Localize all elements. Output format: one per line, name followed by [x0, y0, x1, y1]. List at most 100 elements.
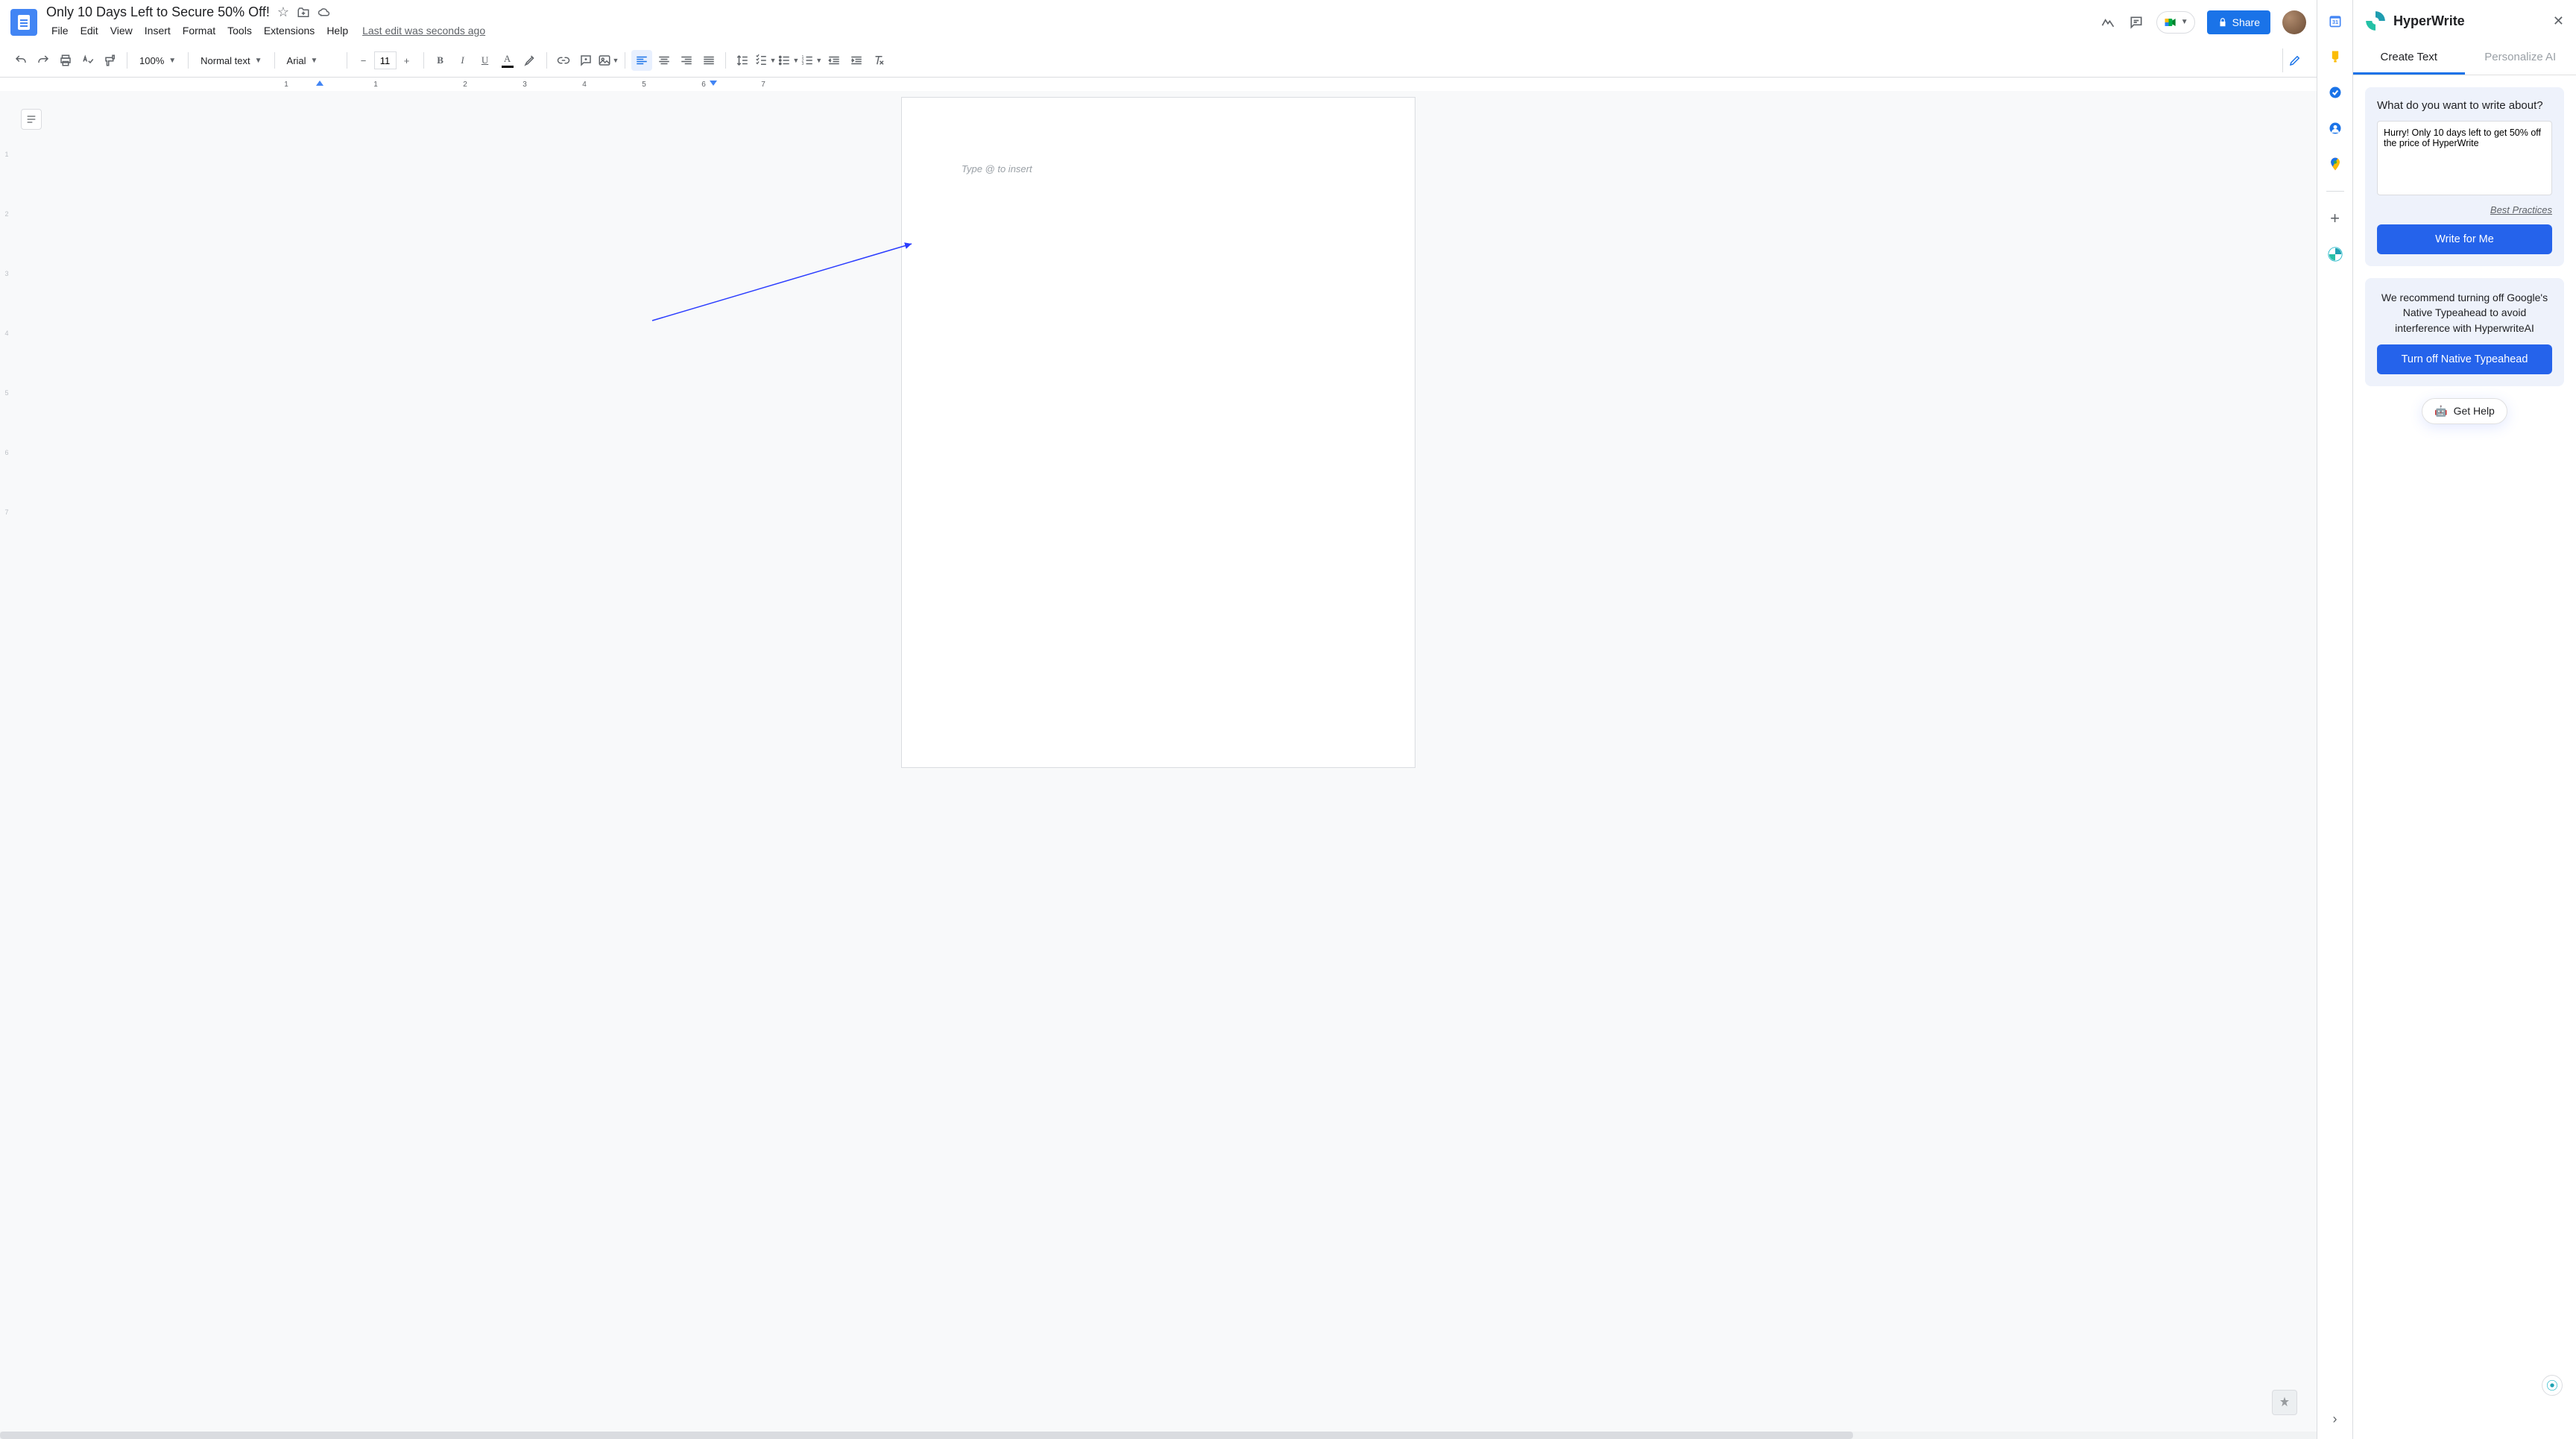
document-title[interactable]: Only 10 Days Left to Secure 50% Off!	[46, 4, 270, 20]
maps-icon[interactable]	[2326, 155, 2344, 173]
underline-button[interactable]: U	[475, 50, 496, 71]
bulleted-list-button[interactable]: ▼	[777, 50, 799, 71]
indent-decrease-button[interactable]	[824, 50, 845, 71]
bold-button[interactable]: B	[430, 50, 451, 71]
activity-icon[interactable]	[2100, 14, 2116, 31]
ruler-tick: 1	[256, 81, 316, 89]
spellcheck-button[interactable]	[78, 50, 98, 71]
align-left-button[interactable]	[631, 50, 652, 71]
hyperwrite-panel: HyperWrite ✕ Create Text Personalize AI …	[2352, 0, 2576, 1439]
ruler-tick: 1	[316, 81, 435, 89]
tab-personalize-ai[interactable]: Personalize AI	[2465, 42, 2576, 75]
hyperwrite-addon-icon[interactable]	[2326, 245, 2344, 263]
menu-insert[interactable]: Insert	[139, 22, 176, 40]
best-practices-link[interactable]: Best Practices	[2377, 204, 2552, 215]
move-icon[interactable]	[297, 6, 310, 19]
contacts-icon[interactable]	[2326, 119, 2344, 137]
insert-image-button[interactable]: ▼	[598, 50, 619, 71]
toolbar: 100%▼ Normal text▼ Arial▼ − + B I U A ▼	[0, 44, 2317, 78]
indent-increase-button[interactable]	[846, 50, 867, 71]
separator	[274, 52, 275, 69]
align-center-button[interactable]	[654, 50, 675, 71]
account-avatar[interactable]	[2282, 10, 2306, 34]
typeahead-card: We recommend turning off Google's Native…	[2365, 278, 2564, 386]
fontsize-decrease-button[interactable]: −	[353, 50, 374, 71]
insert-link-button[interactable]	[553, 50, 574, 71]
vruler-tick: 2	[3, 210, 10, 270]
get-help-label: Get Help	[2454, 405, 2495, 417]
menu-view[interactable]: View	[105, 22, 138, 40]
star-icon[interactable]: ☆	[277, 4, 289, 20]
hyperwrite-fab-icon[interactable]	[2542, 1375, 2563, 1396]
print-button[interactable]	[55, 50, 76, 71]
undo-button[interactable]	[10, 50, 31, 71]
editor-placeholder: Type @ to insert	[962, 163, 1032, 174]
cloud-status-icon[interactable]	[318, 6, 331, 19]
zoom-dropdown[interactable]: 100%▼	[133, 50, 182, 71]
align-justify-button[interactable]	[698, 50, 719, 71]
document-page[interactable]: Type @ to insert	[901, 97, 1415, 768]
vruler-tick: 6	[3, 449, 10, 508]
menu-edit[interactable]: Edit	[75, 22, 104, 40]
clear-formatting-button[interactable]	[868, 50, 889, 71]
italic-button[interactable]: I	[452, 50, 473, 71]
menu-extensions[interactable]: Extensions	[259, 22, 320, 40]
docs-logo-icon[interactable]	[10, 9, 37, 36]
separator	[546, 52, 547, 69]
align-right-button[interactable]	[676, 50, 697, 71]
line-spacing-button[interactable]	[732, 50, 753, 71]
fontsize-input[interactable]	[374, 51, 397, 69]
text-color-button[interactable]: A	[497, 50, 518, 71]
menu-file[interactable]: File	[46, 22, 74, 40]
side-addon-panel: 31 + ›	[2317, 0, 2352, 1439]
meet-button[interactable]: ▼	[2156, 11, 2195, 34]
redo-button[interactable]	[33, 50, 54, 71]
prompt-label: What do you want to write about?	[2377, 99, 2552, 112]
style-dropdown[interactable]: Normal text▼	[195, 50, 268, 71]
menu-format[interactable]: Format	[177, 22, 221, 40]
outline-toggle-button[interactable]	[21, 109, 42, 130]
font-dropdown[interactable]: Arial▼	[281, 50, 341, 71]
separator	[188, 52, 189, 69]
add-comment-button[interactable]	[575, 50, 596, 71]
vertical-ruler[interactable]: 1 2 3 4 5 6 7	[3, 91, 10, 1432]
horizontal-scrollbar[interactable]	[0, 1432, 2317, 1439]
vruler-tick	[3, 91, 10, 151]
last-edit-link[interactable]: Last edit was seconds ago	[362, 25, 485, 37]
chevron-down-icon: ▼	[2181, 18, 2188, 26]
tasks-icon[interactable]	[2326, 84, 2344, 101]
write-for-me-button[interactable]: Write for Me	[2377, 224, 2552, 254]
checklist-button[interactable]: ▼	[754, 50, 776, 71]
ruler-tick: 2	[435, 81, 495, 89]
turn-off-typeahead-button[interactable]: Turn off Native Typeahead	[2377, 344, 2552, 374]
editing-mode-button[interactable]	[2282, 48, 2306, 72]
tab-create-text[interactable]: Create Text	[2353, 42, 2465, 75]
robot-icon: 🤖	[2434, 405, 2447, 418]
calendar-icon[interactable]: 31	[2326, 12, 2344, 30]
vruler-tick: 1	[3, 151, 10, 210]
explore-button[interactable]	[2272, 1390, 2297, 1415]
menu-tools[interactable]: Tools	[222, 22, 257, 40]
share-button[interactable]: Share	[2207, 10, 2270, 34]
highlight-button[interactable]	[520, 50, 540, 71]
editor-viewport[interactable]: 1 2 3 4 5 6 7 Type @ to insert	[0, 91, 2317, 1432]
typeahead-note: We recommend turning off Google's Native…	[2377, 290, 2552, 336]
keep-icon[interactable]	[2326, 48, 2344, 66]
menu-help[interactable]: Help	[321, 22, 353, 40]
paint-format-button[interactable]	[100, 50, 121, 71]
fontsize-increase-button[interactable]: +	[397, 50, 417, 71]
ruler-tick: 6	[674, 81, 733, 89]
horizontal-ruler[interactable]: 1 1 2 3 4 5 6 7	[0, 78, 2317, 91]
separator	[2326, 191, 2344, 192]
close-icon[interactable]: ✕	[2553, 13, 2564, 29]
get-help-button[interactable]: 🤖 Get Help	[2422, 398, 2507, 424]
indent-marker-right[interactable]	[710, 81, 717, 86]
ruler-tick: 5	[614, 81, 674, 89]
numbered-list-button[interactable]: 123▼	[801, 50, 822, 71]
prompt-textarea[interactable]	[2377, 121, 2552, 195]
indent-marker-left[interactable]	[316, 81, 323, 86]
side-panel-collapse-button[interactable]: ›	[2333, 1411, 2337, 1427]
comments-icon[interactable]	[2128, 14, 2144, 31]
get-addons-button[interactable]: +	[2326, 210, 2344, 227]
ruler-tick: 3	[495, 81, 555, 89]
